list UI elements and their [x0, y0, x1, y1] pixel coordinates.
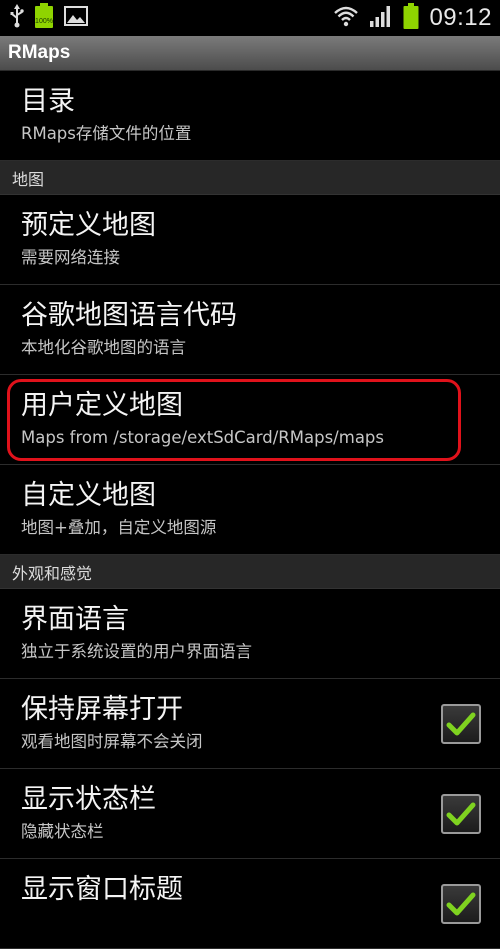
check-icon: [446, 712, 476, 736]
section-header-look: 外观和感觉: [0, 555, 500, 589]
pref-show-status-bar[interactable]: 显示状态栏 隐藏状态栏: [0, 769, 500, 859]
pref-keep-screen-on-title: 保持屏幕打开: [21, 694, 183, 725]
app-title: RMaps: [8, 42, 71, 63]
show-window-title-checkbox[interactable]: [441, 884, 481, 924]
pref-directory[interactable]: 目录 RMaps存储文件的位置: [0, 71, 500, 161]
pref-directory-title: 目录: [21, 86, 75, 117]
pref-user-maps-summary: Maps from /storage/extSdCard/RMaps/maps: [21, 428, 384, 447]
pref-google-language-summary: 本地化谷歌地图的语言: [21, 338, 186, 357]
image-icon: [64, 6, 88, 30]
check-icon: [446, 892, 476, 916]
pref-ui-language-title: 界面语言: [21, 604, 129, 635]
pref-ui-language-summary: 独立于系统设置的用户界面语言: [21, 642, 252, 661]
battery-percent-label: 100%: [35, 18, 53, 25]
keep-screen-on-checkbox[interactable]: [441, 704, 481, 744]
status-bar: 100% 09:12: [0, 0, 500, 36]
status-right-icons: 09:12: [333, 3, 492, 33]
pref-predefined-maps-summary: 需要网络连接: [21, 248, 120, 267]
pref-user-maps-title: 用户定义地图: [21, 390, 183, 421]
status-left-icons: 100%: [10, 3, 88, 33]
pref-keep-screen-on-summary: 观看地图时屏幕不会关闭: [21, 732, 203, 751]
battery-100-icon: 100%: [34, 3, 54, 33]
pref-custom-maps[interactable]: 自定义地图 地图+叠加，自定义地图源: [0, 465, 500, 555]
pref-keep-screen-on[interactable]: 保持屏幕打开 观看地图时屏幕不会关闭: [0, 679, 500, 769]
battery-icon: [403, 3, 419, 33]
pref-show-status-bar-title: 显示状态栏: [21, 784, 156, 815]
pref-google-language-title: 谷歌地图语言代码: [21, 300, 237, 331]
pref-directory-summary: RMaps存储文件的位置: [21, 124, 192, 143]
pref-custom-maps-title: 自定义地图: [21, 480, 156, 511]
section-map-label: 地图: [12, 169, 45, 189]
check-icon: [446, 802, 476, 826]
pref-show-window-title[interactable]: 显示窗口标题: [0, 859, 500, 949]
wifi-icon: [333, 5, 359, 31]
signal-icon: [369, 5, 393, 31]
status-time: 09:12: [429, 4, 492, 31]
pref-show-window-title-title: 显示窗口标题: [21, 874, 183, 905]
pref-user-maps[interactable]: 用户定义地图 Maps from /storage/extSdCard/RMap…: [0, 375, 500, 465]
pref-predefined-maps[interactable]: 预定义地图 需要网络连接: [0, 195, 500, 285]
show-status-bar-checkbox[interactable]: [441, 794, 481, 834]
section-header-map: 地图: [0, 161, 500, 195]
pref-show-status-bar-summary: 隐藏状态栏: [21, 822, 104, 841]
pref-predefined-maps-title: 预定义地图: [21, 210, 156, 241]
usb-icon: [10, 4, 24, 32]
section-look-label: 外观和感觉: [12, 563, 93, 583]
pref-ui-language[interactable]: 界面语言 独立于系统设置的用户界面语言: [0, 589, 500, 679]
pref-custom-maps-summary: 地图+叠加，自定义地图源: [21, 518, 217, 537]
pref-google-language[interactable]: 谷歌地图语言代码 本地化谷歌地图的语言: [0, 285, 500, 375]
app-title-bar: RMaps: [0, 36, 500, 71]
